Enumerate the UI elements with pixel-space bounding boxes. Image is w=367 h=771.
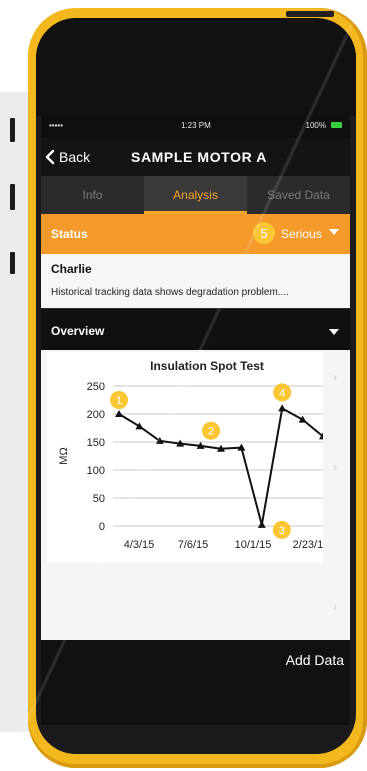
- nav-bar: Back SAMPLE MOTOR A: [41, 138, 350, 176]
- x-tick-labels: 4/3/15 7/6/15 10/1/15 2/23/16: [124, 539, 323, 551]
- tab-bar: Info Analysis Saved Data: [41, 176, 350, 214]
- annotation-label: 1: [116, 395, 122, 407]
- annotation-label: 3: [279, 525, 285, 537]
- app-screen: ••••• 1:23 PM 100% Back SAMPLE MOTOR A I…: [41, 116, 350, 725]
- data-point: [135, 422, 144, 430]
- page-title: SAMPLE MOTOR A: [131, 149, 267, 165]
- battery-icon: [331, 122, 342, 128]
- overview-label: Overview: [51, 324, 105, 338]
- chevron-right-icon[interactable]: ›: [333, 460, 337, 474]
- add-data-button[interactable]: Add Data: [286, 652, 344, 668]
- record-note: Historical tracking data shows degradati…: [51, 287, 289, 298]
- chevron-right-icon[interactable]: ›: [333, 600, 337, 614]
- tab-analysis[interactable]: Analysis: [144, 176, 247, 214]
- chart-grid: [113, 385, 323, 527]
- x-tick-label: 7/6/15: [178, 539, 209, 551]
- status-row: Status 5 Serious: [41, 214, 350, 254]
- back-label: Back: [59, 149, 91, 165]
- data-point: [278, 404, 287, 412]
- chevron-down-icon[interactable]: [329, 329, 339, 335]
- tab-info[interactable]: Info: [41, 176, 144, 214]
- severity-badge: 5: [253, 222, 275, 244]
- x-tick-label: 10/1/15: [235, 539, 272, 551]
- annotation-label: 4: [279, 387, 285, 399]
- y-tick-label: 200: [87, 409, 105, 421]
- data-line: [118, 407, 323, 526]
- back-button[interactable]: Back: [45, 146, 90, 168]
- chart-title: Insulation Spot Test: [150, 359, 264, 373]
- annotation-badge: 1: [110, 391, 128, 409]
- phone-bezel-top: [36, 18, 356, 116]
- overview-header[interactable]: Overview: [41, 308, 350, 351]
- annotation-label: 2: [208, 426, 214, 438]
- silent-switch: [10, 118, 15, 142]
- data-point: [257, 520, 266, 528]
- annotation-badge: 3: [272, 520, 291, 539]
- y-tick-label: 50: [93, 493, 105, 505]
- chevron-left-icon: [45, 149, 55, 165]
- status-label: Status: [51, 227, 88, 241]
- chevron-right-icon[interactable]: ›: [333, 370, 337, 384]
- tab-saved-data[interactable]: Saved Data: [247, 176, 350, 214]
- volume-down-button: [10, 252, 15, 274]
- y-tick-label: 100: [87, 465, 105, 477]
- y-tick-label: 250: [87, 381, 105, 393]
- record-name: Charlie: [51, 262, 92, 276]
- x-tick-label: 2/23/16: [293, 539, 323, 551]
- y-tick-labels: 250 200 150 100 50 0: [87, 381, 105, 533]
- volume-up-button: [10, 184, 15, 210]
- bottom-bar: Add Data: [41, 640, 350, 725]
- record-info: Charlie Historical tracking data shows d…: [41, 254, 350, 308]
- insulation-chart: 250 200 150 100 50 0 4/3/15 7/6/15 10/1/15 2/23/…: [58, 359, 323, 551]
- signal-dots: •••••: [49, 121, 64, 130]
- chart-card: 250 200 150 100 50 0 4/3/15 7/6/15 10/1/15 2/23/…: [47, 352, 323, 562]
- annotation-badge: 4: [273, 383, 292, 402]
- battery-percent: 100%: [305, 121, 326, 130]
- severity-dropdown[interactable]: Serious: [281, 227, 322, 241]
- y-axis-label: MΩ: [58, 447, 70, 464]
- series-markers: [115, 404, 323, 528]
- y-tick-label: 150: [87, 437, 105, 449]
- ios-status-bar: ••••• 1:23 PM 100%: [41, 116, 350, 138]
- clock: 1:23 PM: [181, 121, 211, 130]
- overview-content: 250 200 150 100 50 0 4/3/15 7/6/15 10/1/15 2/23/…: [41, 350, 350, 640]
- series-line: [118, 407, 323, 526]
- annotation-badge: 2: [202, 421, 220, 440]
- chevron-down-icon[interactable]: [329, 229, 339, 235]
- power-button: [286, 11, 334, 17]
- x-tick-label: 4/3/15: [124, 539, 155, 551]
- y-tick-label: 0: [99, 521, 105, 533]
